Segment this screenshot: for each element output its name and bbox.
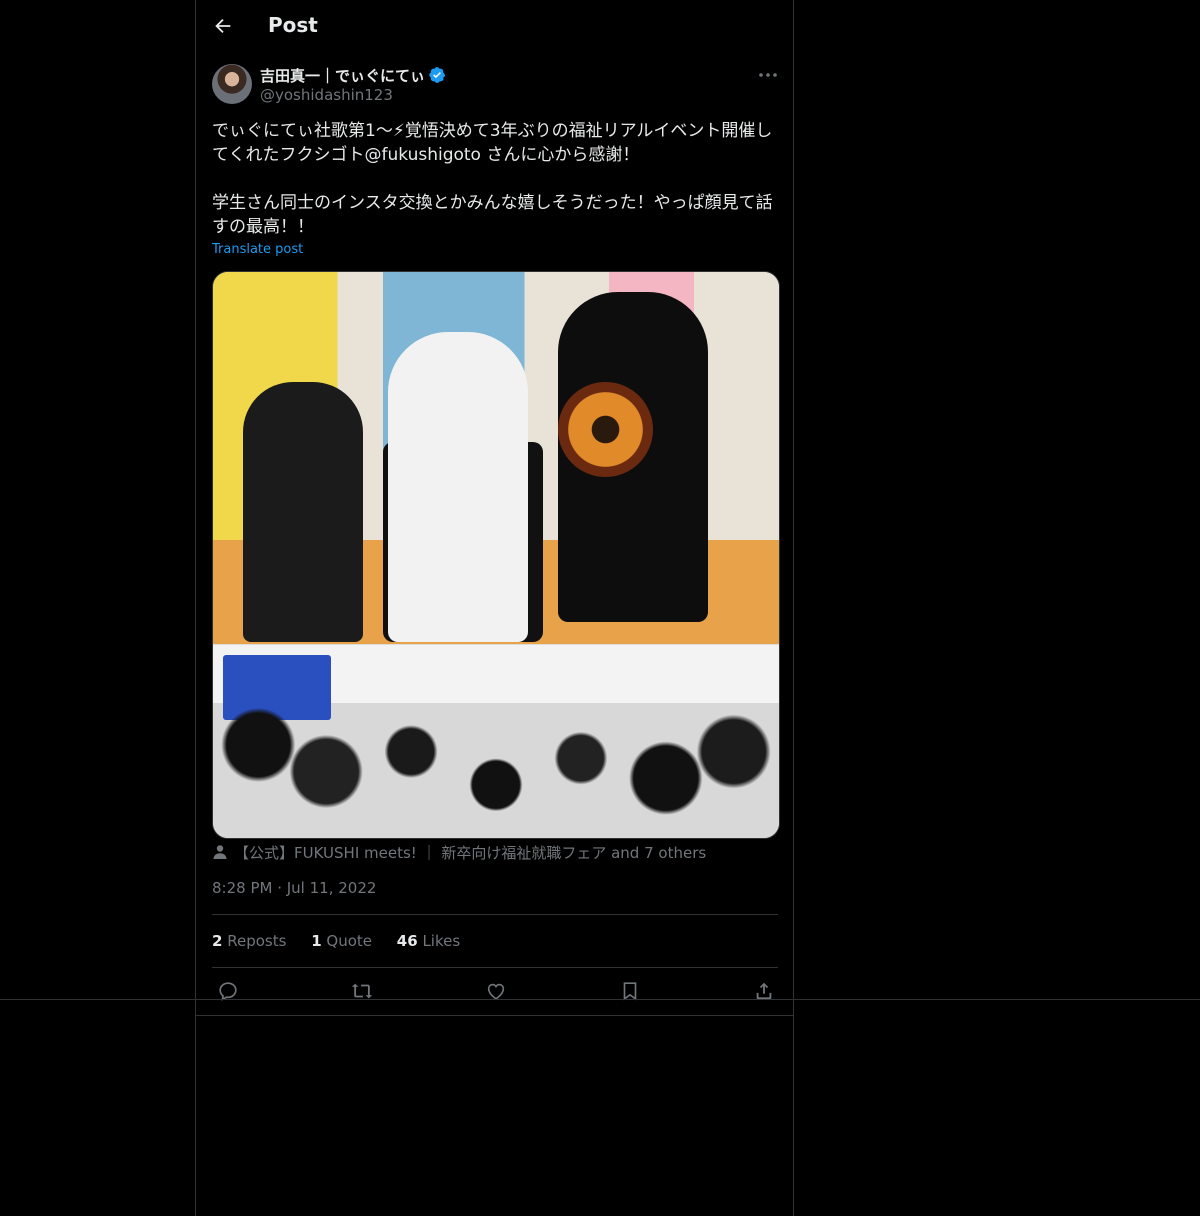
post-timestamp[interactable]: 8:28 PM · Jul 11, 2022	[212, 879, 376, 897]
person-icon	[212, 844, 228, 860]
more-icon[interactable]	[756, 64, 780, 86]
quotes-stat[interactable]: 1 Quote	[311, 932, 372, 950]
author-name[interactable]: 吉田真一｜でぃぐにてぃ	[260, 65, 425, 86]
post-text: でぃぐにてぃ社歌第1〜⚡覚悟決めて3年ぶりの福祉リアルイベント開催してくれたフク…	[212, 121, 773, 237]
page-header: Post	[196, 0, 793, 53]
engagement-stats: 2 Reposts 1 Quote 46 Likes	[212, 932, 480, 950]
photo-figure	[243, 382, 363, 642]
back-arrow-icon[interactable]	[212, 15, 234, 37]
main-column: Post 吉田真一｜でぃぐにてぃ @yoshidashin123 でぃぐにてぃ社…	[195, 0, 794, 1216]
post-media[interactable]	[212, 271, 780, 839]
author-handle[interactable]: @yoshidashin123	[260, 86, 393, 104]
reposts-stat[interactable]: 2 Reposts	[212, 932, 286, 950]
avatar[interactable]	[212, 64, 252, 104]
verified-badge-icon	[428, 66, 446, 84]
divider	[212, 967, 778, 968]
photo-crowd	[213, 705, 779, 838]
photo-performance[interactable]	[213, 272, 779, 644]
translate-link[interactable]: Translate post	[212, 242, 303, 257]
tagged-label[interactable]: 【公式】FUKUSHI meets! ｜ 新卒向け福祉就職フェア and 7 o…	[234, 844, 706, 862]
likes-stat[interactable]: 46 Likes	[397, 932, 460, 950]
photo-audience[interactable]	[213, 645, 779, 838]
divider	[195, 1015, 794, 1016]
divider	[0, 999, 1200, 1000]
tagged-users[interactable]: 【公式】FUKUSHI meets! ｜ 新卒向け福祉就職フェア and 7 o…	[212, 842, 706, 862]
divider	[212, 914, 778, 915]
page-title: Post	[268, 13, 318, 37]
photo-guitar	[558, 382, 653, 477]
photo-figure	[388, 332, 528, 642]
